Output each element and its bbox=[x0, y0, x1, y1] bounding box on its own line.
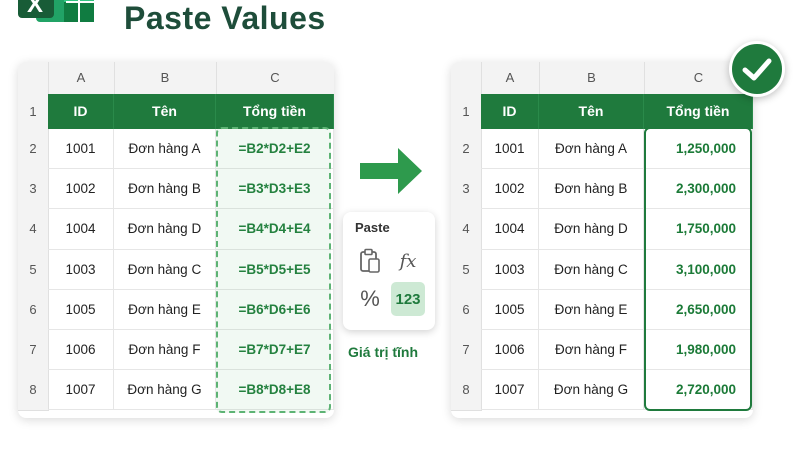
cell-id[interactable]: 1005 bbox=[48, 289, 114, 330]
cell-name[interactable]: Đơn hàng E bbox=[539, 289, 644, 330]
header-cell-name[interactable]: Tên bbox=[114, 94, 216, 129]
row-number-5[interactable]: 5 bbox=[451, 249, 482, 291]
row-number-1[interactable]: 1 bbox=[18, 94, 49, 130]
cell-name[interactable]: Đơn hàng C bbox=[539, 249, 644, 290]
row-number-8[interactable]: 8 bbox=[18, 370, 49, 412]
cell-id[interactable]: 1004 bbox=[481, 209, 539, 250]
row-number-8[interactable]: 8 bbox=[451, 370, 482, 412]
cell-total-value[interactable]: 2,720,000 bbox=[644, 370, 753, 411]
cell-name[interactable]: Đơn hàng B bbox=[114, 169, 216, 210]
success-check-badge bbox=[729, 41, 785, 97]
row-number-4[interactable]: 4 bbox=[18, 209, 49, 251]
cell-name[interactable]: Đơn hàng G bbox=[114, 370, 216, 411]
select-all-corner[interactable] bbox=[18, 62, 49, 95]
row-number-6[interactable]: 6 bbox=[451, 289, 482, 331]
paste-panel-title: Paste bbox=[355, 220, 390, 235]
column-header-b[interactable]: B bbox=[114, 62, 217, 94]
cell-id[interactable]: 1003 bbox=[481, 249, 539, 290]
cell-name[interactable]: Đơn hàng C bbox=[114, 249, 216, 290]
row-number-4[interactable]: 4 bbox=[451, 209, 482, 251]
paste-formulas-button[interactable]: fx bbox=[391, 244, 425, 278]
cell-id[interactable]: 1004 bbox=[48, 209, 114, 250]
checkmark-icon bbox=[742, 58, 772, 81]
column-header-c[interactable]: C bbox=[216, 62, 334, 94]
row-number-1[interactable]: 1 bbox=[451, 94, 482, 130]
header-cell-name[interactable]: Tên bbox=[539, 94, 644, 129]
row-number-7[interactable]: 7 bbox=[451, 330, 482, 372]
cell-id[interactable]: 1007 bbox=[481, 370, 539, 411]
cell-id[interactable]: 1006 bbox=[481, 330, 539, 371]
cell-total-value[interactable]: 1,250,000 bbox=[644, 129, 753, 170]
cell-name[interactable]: Đơn hàng A bbox=[114, 129, 216, 170]
paste-options-panel: Paste fx % 123 bbox=[343, 212, 435, 330]
svg-text:X: X bbox=[27, 0, 43, 18]
cell-id[interactable]: 1002 bbox=[48, 169, 114, 210]
select-all-corner[interactable] bbox=[451, 62, 482, 95]
cell-name[interactable]: Đơn hàng D bbox=[539, 209, 644, 250]
values-icon: 123 bbox=[395, 290, 421, 308]
cell-id[interactable]: 1001 bbox=[48, 129, 114, 170]
paste-all-button[interactable] bbox=[353, 244, 387, 278]
row-number-5[interactable]: 5 bbox=[18, 249, 49, 291]
cell-id[interactable]: 1002 bbox=[481, 169, 539, 210]
cell-total-value[interactable]: 2,300,000 bbox=[644, 169, 753, 210]
cell-total-formula[interactable]: =B5*D5+E5 bbox=[216, 249, 334, 290]
cell-total-value[interactable]: 3,100,000 bbox=[644, 249, 753, 290]
cell-name[interactable]: Đơn hàng G bbox=[539, 370, 644, 411]
cell-id[interactable]: 1007 bbox=[48, 370, 114, 411]
column-header-a[interactable]: A bbox=[481, 62, 540, 94]
cell-name[interactable]: Đơn hàng A bbox=[539, 129, 644, 170]
header-cell-total[interactable]: Tổng tiền bbox=[216, 94, 334, 129]
row-number-3[interactable]: 3 bbox=[18, 169, 49, 211]
cell-total-formula[interactable]: =B3*D3+E3 bbox=[216, 169, 334, 210]
fx-icon: fx bbox=[399, 250, 417, 272]
cell-name[interactable]: Đơn hàng F bbox=[114, 330, 216, 371]
header-cell-id[interactable]: ID bbox=[481, 94, 539, 129]
result-spreadsheet: A B C 1 ID Tên Tổng tiền 2 1001 Đơn hàng A… bbox=[451, 62, 753, 418]
arrow-right-icon bbox=[360, 148, 422, 194]
page-title: Paste Values bbox=[124, 0, 326, 36]
cell-name[interactable]: Đơn hàng E bbox=[114, 289, 216, 330]
source-spreadsheet: A B C 1 ID Tên Tổng tiền 2 1001 Đơn hàng A… bbox=[18, 62, 334, 418]
cell-total-formula[interactable]: =B4*D4+E4 bbox=[216, 209, 334, 250]
cell-name[interactable]: Đơn hàng B bbox=[539, 169, 644, 210]
paste-values-button[interactable]: 123 bbox=[391, 282, 425, 316]
header-cell-total[interactable]: Tổng tiền bbox=[644, 94, 753, 129]
percent-icon: % bbox=[360, 286, 380, 311]
row-number-2[interactable]: 2 bbox=[18, 129, 49, 171]
row-number-7[interactable]: 7 bbox=[18, 330, 49, 372]
cell-total-value[interactable]: 1,750,000 bbox=[644, 209, 753, 250]
paste-formatting-button[interactable]: % bbox=[353, 282, 387, 316]
cell-name[interactable]: Đơn hàng F bbox=[539, 330, 644, 371]
cell-total-formula[interactable]: =B2*D2+E2 bbox=[216, 129, 334, 170]
header-cell-id[interactable]: ID bbox=[48, 94, 114, 129]
cell-total-formula[interactable]: =B8*D8+E8 bbox=[216, 370, 334, 411]
cell-total-value[interactable]: 1,980,000 bbox=[644, 330, 753, 371]
cell-total-value[interactable]: 2,650,000 bbox=[644, 289, 753, 330]
cell-id[interactable]: 1003 bbox=[48, 249, 114, 290]
cell-id[interactable]: 1001 bbox=[481, 129, 539, 170]
cell-name[interactable]: Đơn hàng D bbox=[114, 209, 216, 250]
row-number-2[interactable]: 2 bbox=[451, 129, 482, 171]
cell-id[interactable]: 1005 bbox=[481, 289, 539, 330]
row-number-6[interactable]: 6 bbox=[18, 289, 49, 331]
cell-id[interactable]: 1006 bbox=[48, 330, 114, 371]
cell-total-formula[interactable]: =B6*D6+E6 bbox=[216, 289, 334, 330]
clipboard-icon bbox=[360, 248, 380, 273]
cell-total-formula[interactable]: =B7*D7+E7 bbox=[216, 330, 334, 371]
column-header-a[interactable]: A bbox=[48, 62, 115, 94]
column-header-b[interactable]: B bbox=[539, 62, 645, 94]
row-number-3[interactable]: 3 bbox=[451, 169, 482, 211]
paste-values-caption: Giá trị tĩnh bbox=[348, 344, 418, 360]
excel-logo-icon: X bbox=[18, 0, 94, 22]
